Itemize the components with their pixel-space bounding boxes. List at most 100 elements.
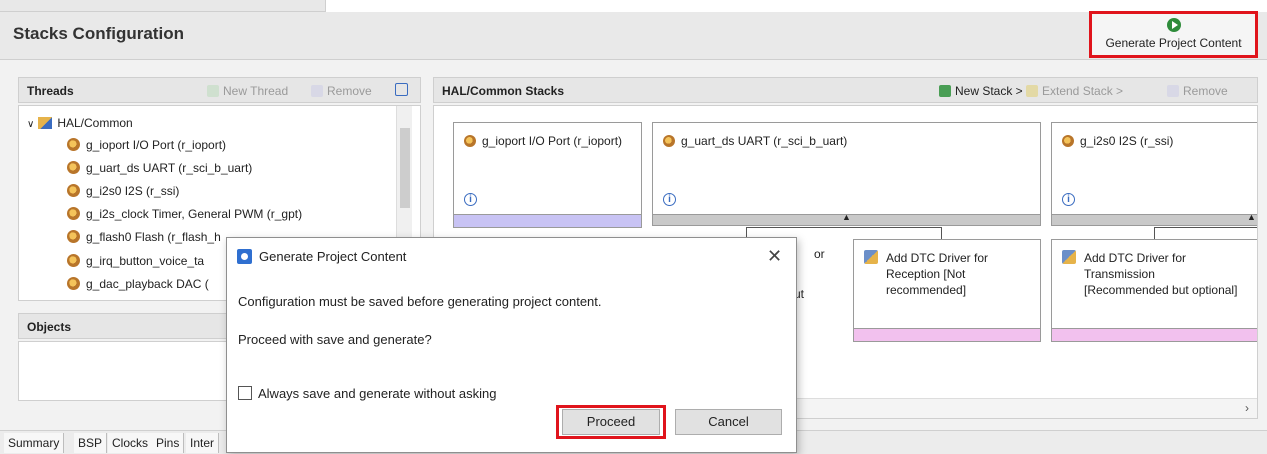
stack-card-i2s[interactable]: g_i2s0 I2S (r_ssi) i — [1051, 122, 1257, 215]
page-header — [0, 12, 1267, 60]
stack-card-title-text: g_ioport I/O Port (r_ioport) — [482, 134, 623, 148]
stack-card-ioport[interactable]: g_ioport I/O Port (r_ioport) i — [453, 122, 642, 215]
module-icon — [67, 184, 80, 197]
sub-card-footer — [853, 328, 1041, 342]
sub-card-footer — [1051, 328, 1257, 342]
tree-item-label: g_i2s_clock Timer, General PWM (r_gpt) — [86, 207, 303, 221]
stack-card-footer — [453, 214, 642, 228]
driver-icon — [1062, 250, 1076, 264]
module-icon — [1062, 135, 1074, 147]
extend-stack-button[interactable]: Extend Stack > — [1026, 84, 1123, 98]
chevron-right-icon[interactable]: › — [1245, 401, 1249, 415]
tree-item-label: g_uart_ds UART (r_sci_b_uart) — [86, 161, 253, 175]
new-thread-icon — [207, 85, 219, 97]
stack-card-title-text: g_uart_ds UART (r_sci_b_uart) — [681, 134, 848, 148]
new-thread-label: New Thread — [223, 84, 289, 98]
close-icon[interactable]: ✕ — [767, 246, 782, 267]
new-stack-icon — [939, 85, 951, 97]
stack-card-title: g_uart_ds UART (r_sci_b_uart) — [663, 133, 847, 149]
module-icon — [464, 135, 476, 147]
generate-project-content-label: Generate Project Content — [1105, 36, 1242, 50]
tree-item[interactable]: g_irq_button_voice_ta — [67, 254, 204, 268]
tree-item[interactable]: g_i2s0 I2S (r_ssi) — [67, 184, 179, 198]
remove-thread-button[interactable]: Remove — [311, 84, 372, 98]
stack-card-title: g_i2s0 I2S (r_ssi) — [1062, 133, 1173, 149]
tree-item-label: g_ioport I/O Port (r_ioport) — [86, 138, 227, 152]
triangle-up-icon: ▲ — [842, 212, 851, 222]
dialog-title: Generate Project Content — [259, 249, 407, 264]
proceed-button[interactable]: Proceed — [562, 409, 660, 435]
tree-item-label: g_i2s0 I2S (r_ssi) — [86, 184, 180, 198]
tree-item[interactable]: g_uart_ds UART (r_sci_b_uart) — [67, 161, 252, 175]
partial-text: or — [814, 247, 825, 261]
play-icon — [1166, 18, 1181, 32]
module-icon — [67, 207, 80, 220]
tree-item-label: g_dac_playback DAC ( — [86, 277, 209, 291]
connector-line — [1154, 227, 1257, 228]
tab-bsp[interactable]: BSP — [74, 433, 108, 453]
sub-card-title: Add DTC Driver for Transmission [Recomme… — [1084, 251, 1238, 297]
editor-tab-strip — [0, 0, 1267, 12]
generate-project-content-button[interactable]: Generate Project Content — [1089, 11, 1258, 58]
info-icon[interactable]: i — [663, 193, 676, 206]
new-thread-button[interactable]: New Thread — [207, 84, 288, 98]
remove-icon — [311, 85, 323, 97]
folder-icon — [38, 117, 53, 129]
dialog-titlebar: Generate Project Content ✕ — [227, 238, 796, 274]
stack-expand-bar[interactable]: ▲ — [1051, 212, 1257, 226]
remove-stack-button[interactable]: Remove — [1167, 84, 1228, 98]
connector-line — [746, 227, 942, 228]
tree-item[interactable]: g_dac_playback DAC ( — [67, 277, 209, 291]
new-stack-button[interactable]: New Stack > — [939, 84, 1023, 98]
dialog-message: Configuration must be saved before gener… — [238, 294, 602, 309]
always-save-checkbox[interactable] — [238, 386, 252, 400]
generate-project-content-dialog: Generate Project Content ✕ Configuration… — [226, 237, 797, 453]
stack-card-uart[interactable]: g_uart_ds UART (r_sci_b_uart) i — [652, 122, 1041, 215]
threads-title: Threads — [27, 84, 74, 98]
extend-stack-label: Extend Stack > — [1042, 84, 1124, 98]
info-icon[interactable]: i — [1062, 193, 1075, 206]
chevron-down-icon[interactable]: ∨ — [27, 119, 34, 130]
dialog-question: Proceed with save and generate? — [238, 332, 432, 347]
module-icon — [67, 230, 80, 243]
tree-item[interactable]: g_flash0 Flash (r_flash_h — [67, 230, 221, 244]
remove-icon — [1167, 85, 1179, 97]
tree-item-label: g_flash0 Flash (r_flash_h — [86, 230, 221, 244]
threads-panel-header: Threads New Thread Remove — [18, 77, 421, 103]
sub-card-title: Add DTC Driver for Reception [Not recomm… — [886, 251, 989, 297]
stack-card-title: Add DTC Driver for Transmission [Recomme… — [1062, 250, 1242, 298]
remove-thread-label: Remove — [327, 84, 372, 98]
tree-item[interactable]: g_i2s_clock Timer, General PWM (r_gpt) — [67, 207, 302, 221]
app-icon — [237, 249, 252, 264]
connector-line — [1154, 227, 1155, 239]
tab-summary[interactable]: Summary — [4, 433, 65, 453]
always-save-label: Always save and generate without asking — [258, 386, 497, 401]
remove-stack-label: Remove — [1183, 84, 1228, 98]
module-icon — [663, 135, 675, 147]
stacks-title: HAL/Common Stacks — [442, 84, 565, 98]
module-icon — [67, 254, 80, 267]
module-icon — [67, 277, 80, 290]
dtc-reception-card[interactable]: Add DTC Driver for Reception [Not recomm… — [853, 239, 1041, 329]
collapse-all-icon[interactable] — [395, 83, 408, 96]
tab-clocks[interactable]: Clocks — [108, 433, 154, 453]
page-title: Stacks Configuration — [13, 24, 184, 43]
tab-pins[interactable]: Pins — [152, 433, 185, 453]
tree-item-hal-common[interactable]: ∨ HAL/Common — [27, 116, 133, 130]
module-icon — [67, 138, 80, 151]
stack-card-title: Add DTC Driver for Reception [Not recomm… — [864, 250, 1034, 298]
dtc-transmission-card[interactable]: Add DTC Driver for Transmission [Recomme… — [1051, 239, 1257, 329]
info-icon[interactable]: i — [464, 193, 477, 206]
scrollbar-thumb[interactable] — [400, 128, 410, 208]
stack-card-title: g_ioport I/O Port (r_ioport) — [464, 133, 634, 149]
cancel-button[interactable]: Cancel — [675, 409, 782, 435]
stacks-panel-header: HAL/Common Stacks New Stack > Extend Sta… — [433, 77, 1258, 103]
tree-item[interactable]: g_ioport I/O Port (r_ioport) — [67, 138, 226, 152]
objects-title: Objects — [27, 320, 72, 334]
tab-interrupts[interactable]: Inter — [186, 433, 220, 453]
connector-line — [941, 227, 942, 239]
tree-item-label: g_irq_button_voice_ta — [86, 254, 205, 268]
stack-expand-bar[interactable]: ▲ — [652, 212, 1041, 226]
tree-item-label: HAL/Common — [57, 116, 133, 130]
driver-icon — [864, 250, 878, 264]
